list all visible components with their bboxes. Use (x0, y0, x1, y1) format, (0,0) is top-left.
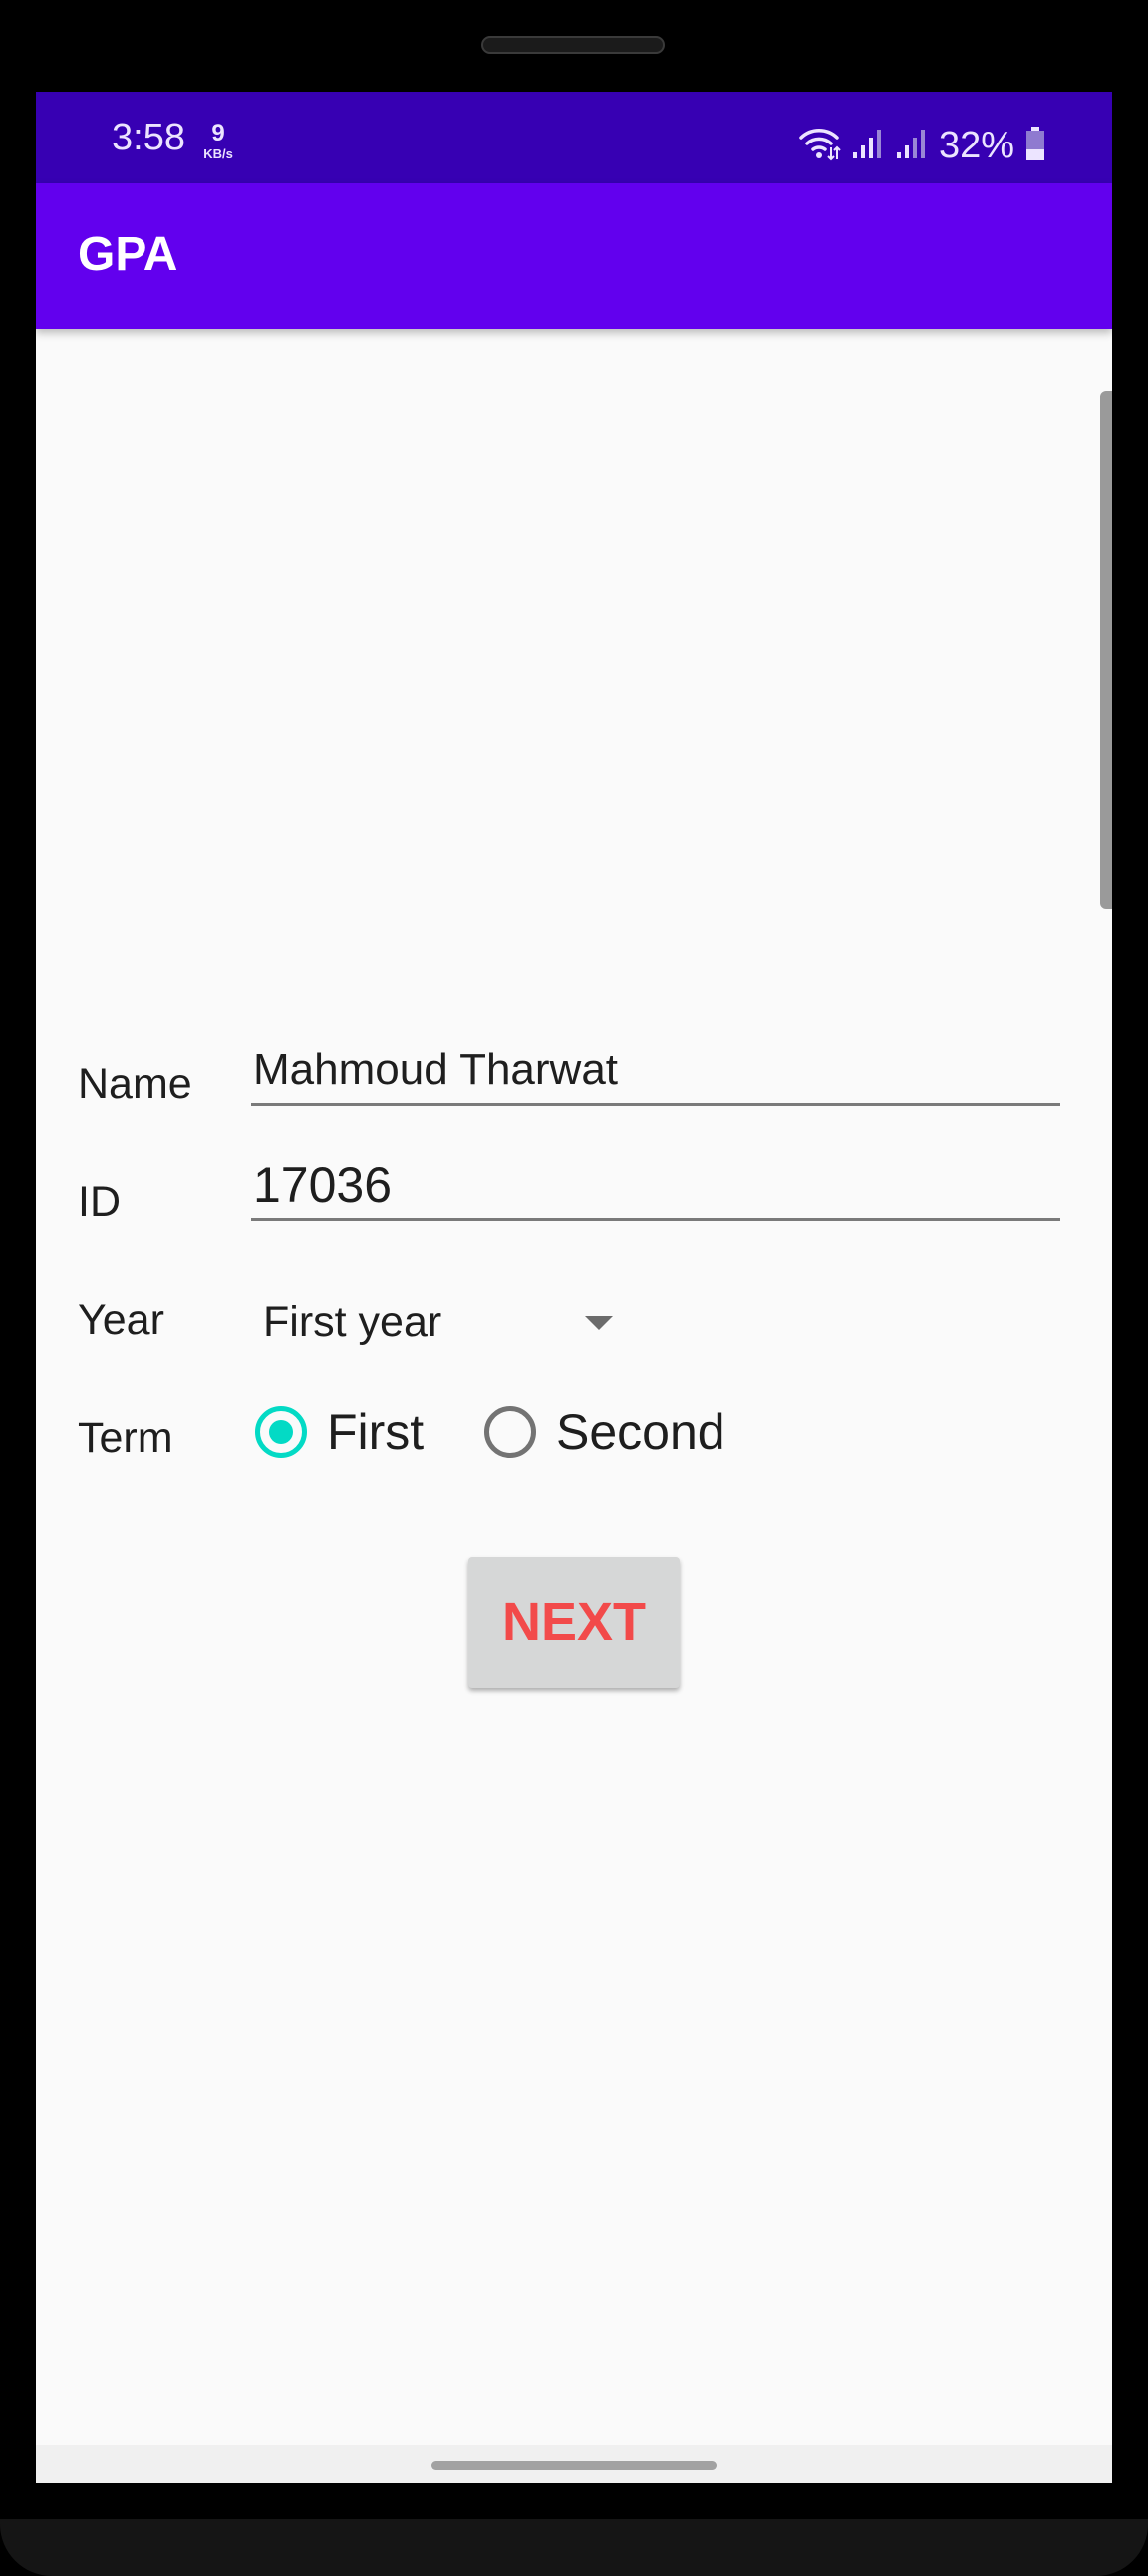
status-icons: 32% (797, 124, 1046, 166)
network-speed-unit: KB/s (203, 146, 233, 161)
app-title: GPA (78, 228, 178, 281)
network-speed: 9 KB/s (198, 120, 238, 161)
year-dropdown[interactable]: First year (251, 1288, 620, 1357)
battery-percent: 32% (938, 124, 1014, 166)
phone-frame: 3:58 9 KB/s 32% GPA Name Mahmoud Tharwat… (0, 0, 1148, 2576)
signal-icon (851, 127, 885, 165)
earpiece-speaker (481, 36, 665, 54)
status-time: 3:58 (112, 117, 185, 158)
radio-checked-icon (255, 1406, 307, 1458)
signal-icon (895, 127, 929, 165)
id-field[interactable] (251, 1151, 1060, 1221)
next-button[interactable]: NEXT (468, 1557, 680, 1688)
term-radio-second[interactable]: Second (484, 1397, 725, 1467)
term-label: Term (78, 1414, 173, 1462)
network-speed-value: 9 (211, 120, 225, 146)
name-field[interactable] (251, 1036, 1060, 1106)
term-radio-first[interactable]: First (255, 1397, 424, 1467)
name-label: Name (78, 1060, 192, 1108)
id-label: ID (78, 1178, 121, 1226)
dropdown-arrow-icon (585, 1316, 613, 1330)
battery-icon (1024, 126, 1046, 166)
term-radio-second-label: Second (556, 1404, 725, 1460)
wifi-icon (797, 126, 841, 166)
radio-unchecked-icon (484, 1406, 536, 1458)
term-radio-first-label: First (327, 1404, 425, 1460)
bottom-bezel (0, 2519, 1148, 2576)
navigation-bar (36, 2445, 1112, 2483)
screen: 3:58 9 KB/s 32% GPA Name Mahmoud Tharwat… (36, 92, 1112, 2483)
app-bar: GPA (36, 183, 1112, 329)
year-label: Year (78, 1296, 164, 1344)
status-bar: 3:58 9 KB/s 32% (36, 92, 1112, 183)
scrollbar[interactable] (1100, 391, 1112, 909)
year-selected-value: First year (263, 1297, 442, 1346)
home-gesture-handle[interactable] (431, 2461, 717, 2470)
